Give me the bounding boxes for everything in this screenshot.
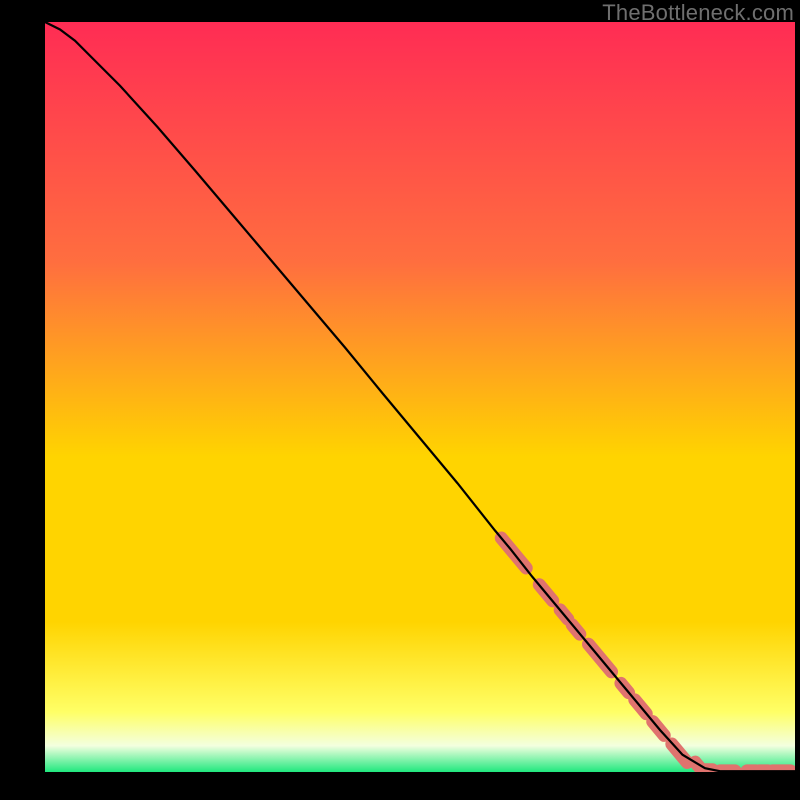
- chart-container: TheBottleneck.com: [0, 0, 800, 800]
- plot-svg: [45, 22, 795, 772]
- watermark-text: TheBottleneck.com: [602, 0, 794, 26]
- gradient-bg: [45, 22, 795, 772]
- plot-area: [45, 22, 795, 772]
